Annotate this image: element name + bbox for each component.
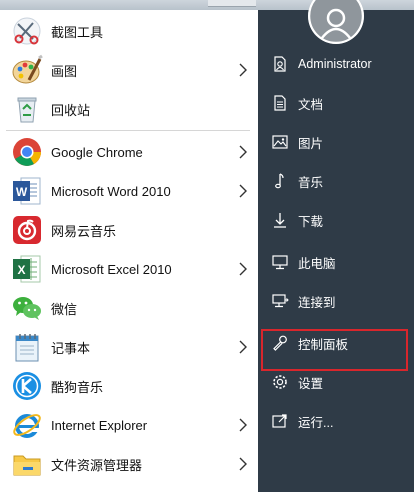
chevron-right-icon[interactable]: [236, 144, 250, 160]
places-panel: Administrator 文档 图片 音乐 下载 此电脑 连接到 控制面板 设…: [258, 0, 414, 492]
run-icon: [271, 412, 289, 430]
program-label: Google Chrome: [51, 144, 143, 160]
places-item-documents[interactable]: 文档: [258, 84, 414, 122]
places-item-connect-to[interactable]: 连接到: [258, 282, 414, 320]
chevron-right-icon[interactable]: [236, 456, 250, 472]
program-label: 酷狗音乐: [51, 379, 104, 395]
places-item-settings[interactable]: 设置: [258, 363, 414, 401]
partial-app-icon: [11, 484, 43, 492]
program-item-netease-music[interactable]: 网易云音乐: [0, 211, 258, 249]
user-avatar[interactable]: [308, 0, 364, 44]
program-item-internet-explorer[interactable]: Internet Explorer: [0, 406, 258, 444]
netease-music-icon: [11, 214, 43, 246]
svg-text:W: W: [16, 185, 28, 199]
snipping-tool-icon: [11, 15, 43, 47]
settings-icon: [271, 373, 289, 391]
places-label: 设置: [298, 376, 324, 391]
program-label: 记事本: [51, 340, 91, 356]
chevron-right-icon[interactable]: [236, 417, 250, 433]
places-label: 控制面板: [298, 337, 349, 352]
excel-icon: X: [11, 253, 43, 285]
chevron-right-icon[interactable]: [236, 183, 250, 199]
user-account-icon: [271, 55, 289, 73]
program-label: 画图: [51, 63, 78, 79]
wechat-icon: [11, 292, 43, 324]
program-item-paint[interactable]: 画图: [0, 51, 258, 89]
program-item-excel[interactable]: X Microsoft Excel 2010: [0, 250, 258, 288]
program-item-chrome[interactable]: Google Chrome: [0, 133, 258, 171]
places-item-control-panel[interactable]: 控制面板: [258, 324, 414, 362]
program-label: 回收站: [51, 102, 91, 118]
program-label: 微信: [51, 301, 78, 317]
places-label: 运行...: [298, 415, 334, 430]
file-explorer-icon: [11, 448, 43, 480]
pictures-icon: [271, 133, 289, 151]
chevron-right-icon[interactable]: [236, 62, 250, 78]
background-window-tab: [208, 0, 256, 7]
connect-to-icon: [271, 292, 289, 310]
download-icon: [271, 211, 289, 229]
control-panel-icon: [271, 334, 289, 352]
program-item-word[interactable]: W Microsoft Word 2010: [0, 172, 258, 210]
chrome-icon: [11, 136, 43, 168]
chevron-right-icon[interactable]: [236, 261, 250, 277]
program-list: 截图工具 画图 回收站 Google Chrome W Microsoft Wo…: [0, 10, 258, 492]
places-label: Administrator: [298, 57, 372, 71]
program-label: Microsoft Excel 2010: [51, 261, 172, 277]
recycle-bin-icon: [11, 93, 43, 125]
internet-explorer-icon: [11, 409, 43, 441]
program-item-notepad[interactable]: 记事本: [0, 328, 258, 366]
program-label: 文件资源管理器: [51, 457, 143, 473]
places-item-pictures[interactable]: 图片: [258, 123, 414, 161]
places-label: 此电脑: [298, 256, 336, 271]
places-item-administrator[interactable]: Administrator: [258, 45, 414, 83]
places-label: 音乐: [298, 175, 324, 190]
program-item-partial: [0, 484, 258, 492]
program-label: Microsoft Word 2010: [51, 183, 171, 199]
program-item-wechat[interactable]: 微信: [0, 289, 258, 327]
program-item-recycle-bin[interactable]: 回收站: [0, 90, 258, 128]
svg-text:X: X: [17, 263, 25, 277]
chevron-right-icon[interactable]: [236, 339, 250, 355]
this-pc-icon: [271, 253, 289, 271]
program-label: 网易云音乐: [51, 223, 117, 239]
start-menu: 截图工具 画图 回收站 Google Chrome W Microsoft Wo…: [0, 0, 414, 492]
places-label: 下载: [298, 214, 324, 229]
program-item-file-explorer[interactable]: 文件资源管理器: [0, 445, 258, 483]
music-icon: [271, 172, 289, 190]
program-label: 截图工具: [51, 24, 104, 40]
word-icon: W: [11, 175, 43, 207]
program-label: Internet Explorer: [51, 417, 148, 433]
places-item-run[interactable]: 运行...: [258, 402, 414, 440]
program-item-snipping-tool[interactable]: 截图工具: [0, 12, 258, 50]
notepad-icon: [11, 331, 43, 363]
kugou-icon: [11, 370, 43, 402]
program-item-kugou[interactable]: 酷狗音乐: [0, 367, 258, 405]
places-item-this-pc[interactable]: 此电脑: [258, 243, 414, 281]
documents-icon: [271, 94, 289, 112]
places-label: 连接到: [298, 295, 336, 310]
places-label: 文档: [298, 97, 324, 112]
places-item-downloads[interactable]: 下载: [258, 201, 414, 239]
paint-icon: [11, 54, 43, 86]
list-divider: [6, 130, 250, 131]
places-label: 图片: [298, 136, 324, 151]
places-item-music[interactable]: 音乐: [258, 162, 414, 200]
